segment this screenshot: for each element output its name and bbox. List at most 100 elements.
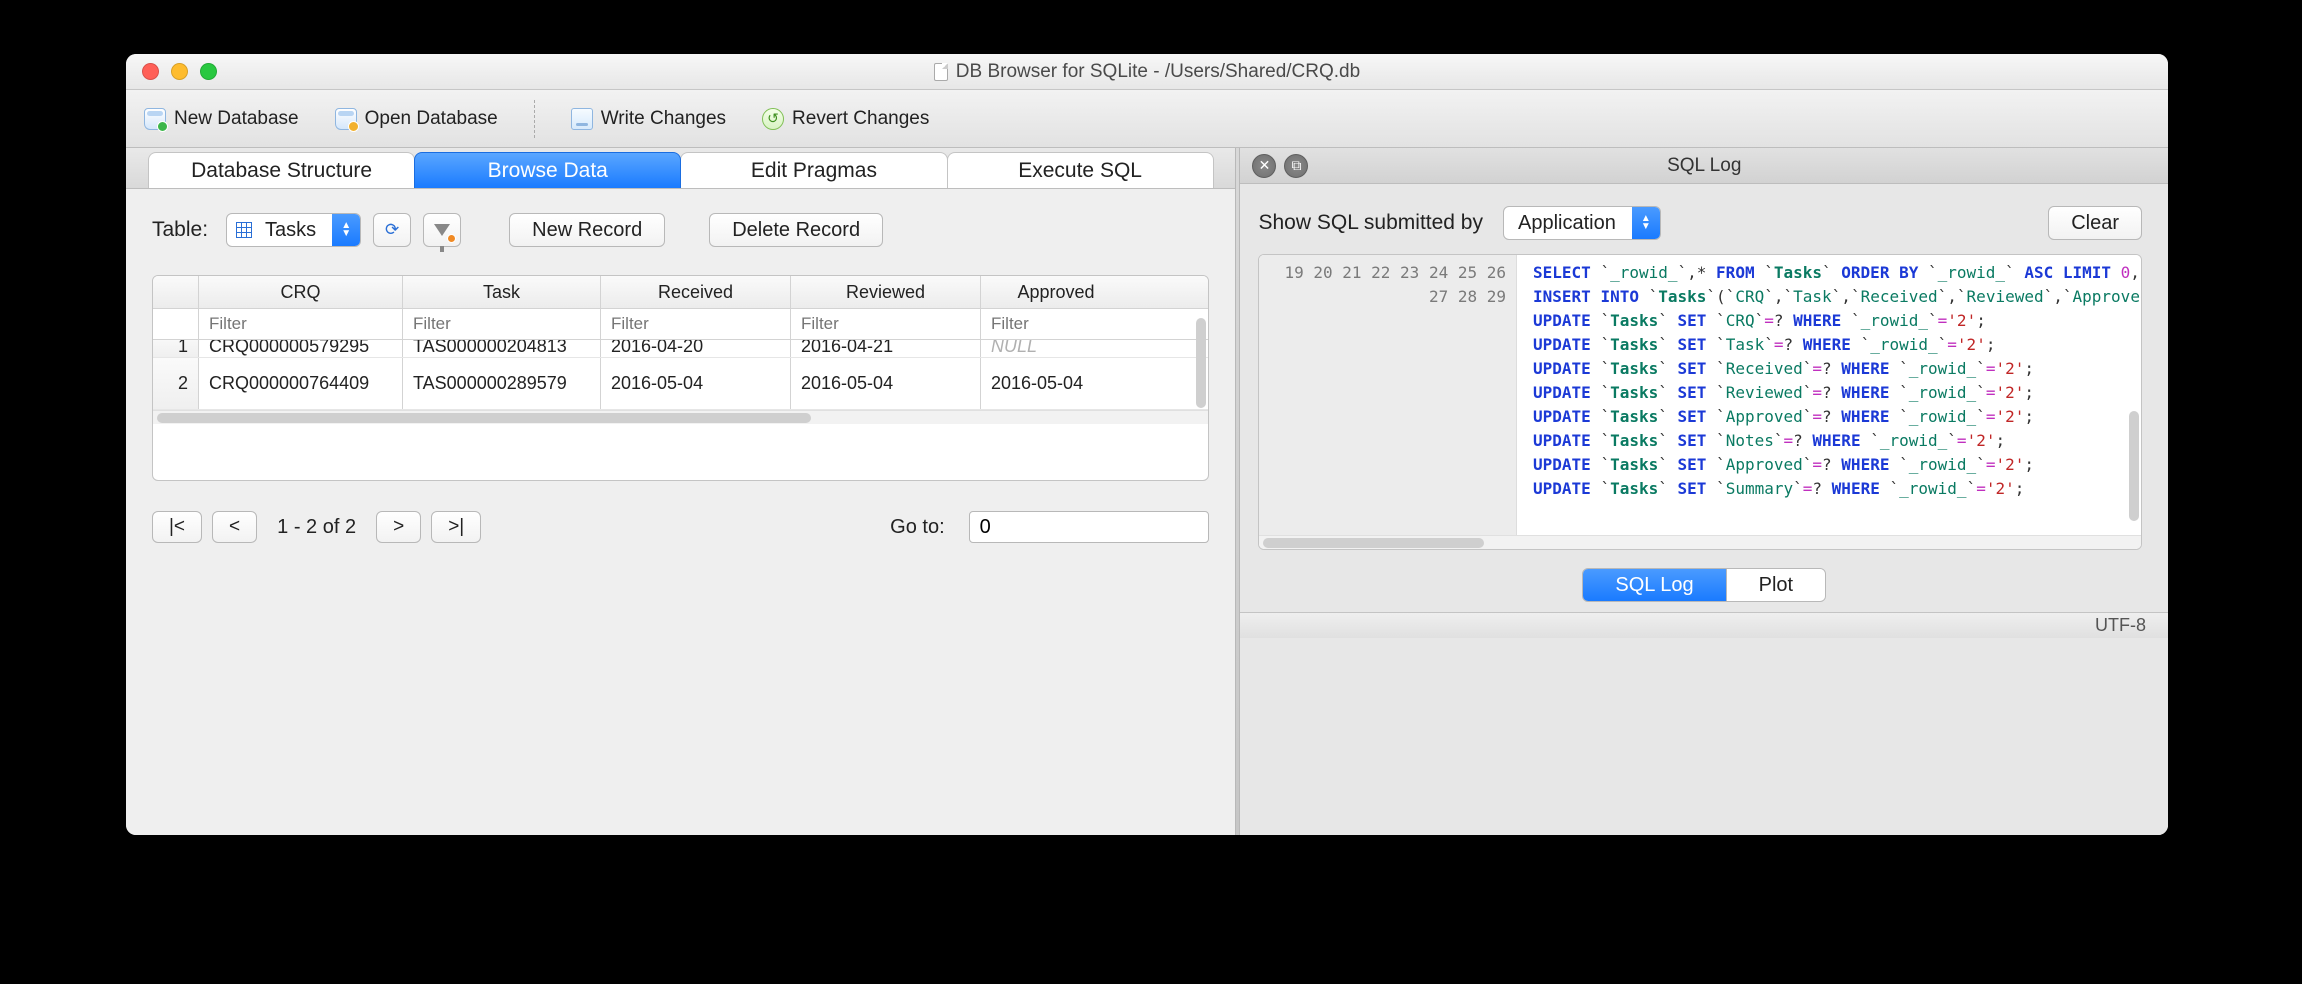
revert-icon xyxy=(762,108,784,130)
page-prev-button[interactable]: < xyxy=(212,511,257,543)
show-sql-label: Show SQL submitted by xyxy=(1258,211,1483,235)
column-header[interactable]: Received xyxy=(601,276,791,308)
line-gutter: 19 20 21 22 23 24 25 26 27 28 29 xyxy=(1259,255,1517,535)
window-controls xyxy=(142,63,217,80)
database-new-icon xyxy=(144,108,166,130)
toolbar-separator xyxy=(534,100,535,138)
select-arrows-icon: ▲▼ xyxy=(332,214,360,246)
tab-database-structure[interactable]: Database Structure xyxy=(148,152,415,188)
cell[interactable]: 2016-05-04 xyxy=(981,358,1131,409)
app-window: DB Browser for SQLite - /Users/Shared/CR… xyxy=(126,54,2168,835)
cell[interactable]: 2016-05-04 xyxy=(601,358,791,409)
tab-execute-sql[interactable]: Execute SQL xyxy=(947,152,1214,188)
panel-title: SQL Log xyxy=(1240,155,2168,177)
main-tabs: Database Structure Browse Data Edit Prag… xyxy=(126,148,1235,189)
grid-filters xyxy=(153,309,1208,340)
filter-input[interactable] xyxy=(403,309,600,339)
clear-filter-button[interactable] xyxy=(423,213,461,247)
page-next-button[interactable]: > xyxy=(376,511,421,543)
column-header[interactable]: Reviewed xyxy=(791,276,981,308)
status-bar: UTF-8 xyxy=(1240,612,2168,638)
data-grid: CRQ Task Received Reviewed Approved 1 xyxy=(152,275,1209,481)
filter-input[interactable] xyxy=(981,309,1131,339)
cell[interactable]: NULL xyxy=(981,340,1131,357)
browse-toolbar: Table: Tasks ▲▼ ⟳ New Record Delete Reco… xyxy=(126,189,1235,257)
write-changes-label: Write Changes xyxy=(601,108,726,130)
clear-badge-icon xyxy=(447,234,456,243)
sql-source-select[interactable]: Application ▲▼ xyxy=(1503,206,1661,240)
vertical-scrollbar[interactable] xyxy=(2127,261,2139,531)
horizontal-scrollbar[interactable] xyxy=(1259,535,2141,549)
pager: |< < 1 - 2 of 2 > >| Go to: xyxy=(126,491,1235,563)
filter-input[interactable] xyxy=(601,309,790,339)
document-icon xyxy=(934,63,948,81)
vertical-scrollbar[interactable] xyxy=(1194,312,1206,462)
filter-input[interactable] xyxy=(199,309,402,339)
page-position: 1 - 2 of 2 xyxy=(267,516,366,539)
close-window-button[interactable] xyxy=(142,63,159,80)
new-record-button[interactable]: New Record xyxy=(509,213,665,247)
refresh-icon: ⟳ xyxy=(385,220,399,240)
table-row[interactable]: 2 CRQ000000764409 TAS000000289579 2016-0… xyxy=(153,358,1208,410)
cell[interactable]: CRQ000000764409 xyxy=(199,358,403,409)
column-header[interactable]: CRQ xyxy=(199,276,403,308)
column-header[interactable]: Approved xyxy=(981,276,1131,308)
bottom-tabs: SQL Log Plot xyxy=(1240,562,2168,612)
write-changes-button[interactable]: Write Changes xyxy=(571,108,726,130)
column-header[interactable]: Task xyxy=(403,276,601,308)
new-database-label: New Database xyxy=(174,108,299,130)
cell[interactable]: 2016-04-20 xyxy=(601,340,791,357)
table-row[interactable]: 1 CRQ000000579295 TAS000000204813 2016-0… xyxy=(153,340,1208,358)
goto-input[interactable] xyxy=(969,511,1209,543)
save-icon xyxy=(571,108,593,130)
cell[interactable]: 2016-05-04 xyxy=(791,358,981,409)
horizontal-scrollbar[interactable] xyxy=(153,410,1208,424)
right-panel: ✕ ⧉ SQL Log Show SQL submitted by Applic… xyxy=(1240,148,2168,835)
page-first-button[interactable]: |< xyxy=(152,511,202,543)
tab-edit-pragmas[interactable]: Edit Pragmas xyxy=(680,152,947,188)
main-toolbar: New Database Open Database Write Changes… xyxy=(126,90,2168,148)
close-panel-button[interactable]: ✕ xyxy=(1252,154,1276,178)
cell[interactable]: TAS000000204813 xyxy=(403,340,601,357)
workarea: Database Structure Browse Data Edit Prag… xyxy=(126,148,2168,835)
sql-log: 19 20 21 22 23 24 25 26 27 28 29 SELECT … xyxy=(1258,254,2142,550)
open-database-button[interactable]: Open Database xyxy=(335,108,498,130)
table-icon xyxy=(227,222,261,238)
rownum-header xyxy=(153,276,199,308)
left-panel: Database Structure Browse Data Edit Prag… xyxy=(126,148,1235,835)
minimize-window-button[interactable] xyxy=(171,63,188,80)
page-last-button[interactable]: >| xyxy=(431,511,481,543)
encoding-label: UTF-8 xyxy=(2095,615,2146,636)
refresh-button[interactable]: ⟳ xyxy=(373,213,411,247)
window-title: DB Browser for SQLite - /Users/Shared/CR… xyxy=(956,61,1360,83)
goto-label: Go to: xyxy=(890,516,944,539)
cell[interactable]: CRQ000000579295 xyxy=(199,340,403,357)
tab-sql-log[interactable]: SQL Log xyxy=(1583,569,1726,601)
new-database-button[interactable]: New Database xyxy=(144,108,299,130)
titlebar: DB Browser for SQLite - /Users/Shared/CR… xyxy=(126,54,2168,90)
panel-header: ✕ ⧉ SQL Log xyxy=(1240,148,2168,184)
cell[interactable]: 2016-04-21 xyxy=(791,340,981,357)
tab-plot[interactable]: Plot xyxy=(1727,569,1825,601)
row-number: 2 xyxy=(153,358,199,409)
row-number: 1 xyxy=(153,340,199,357)
sql-log-toolbar: Show SQL submitted by Application ▲▼ Cle… xyxy=(1240,184,2168,250)
sql-log-text[interactable]: SELECT `_rowid_`,* FROM `Tasks` ORDER BY… xyxy=(1517,255,2141,535)
filter-input[interactable] xyxy=(791,309,980,339)
sql-source-value: Application xyxy=(1504,212,1632,235)
open-database-label: Open Database xyxy=(365,108,498,130)
delete-record-button[interactable]: Delete Record xyxy=(709,213,883,247)
revert-changes-label: Revert Changes xyxy=(792,108,929,130)
cell[interactable]: TAS000000289579 xyxy=(403,358,601,409)
detach-panel-button[interactable]: ⧉ xyxy=(1284,154,1308,178)
tab-browse-data[interactable]: Browse Data xyxy=(414,152,681,188)
grid-header: CRQ Task Received Reviewed Approved xyxy=(153,276,1208,309)
table-select-value: Tasks xyxy=(261,219,332,242)
clear-log-button[interactable]: Clear xyxy=(2048,206,2142,240)
zoom-window-button[interactable] xyxy=(200,63,217,80)
table-select[interactable]: Tasks ▲▼ xyxy=(226,213,361,247)
revert-changes-button[interactable]: Revert Changes xyxy=(762,108,929,130)
database-open-icon xyxy=(335,108,357,130)
table-label: Table: xyxy=(152,218,208,242)
select-arrows-icon: ▲▼ xyxy=(1632,207,1660,239)
